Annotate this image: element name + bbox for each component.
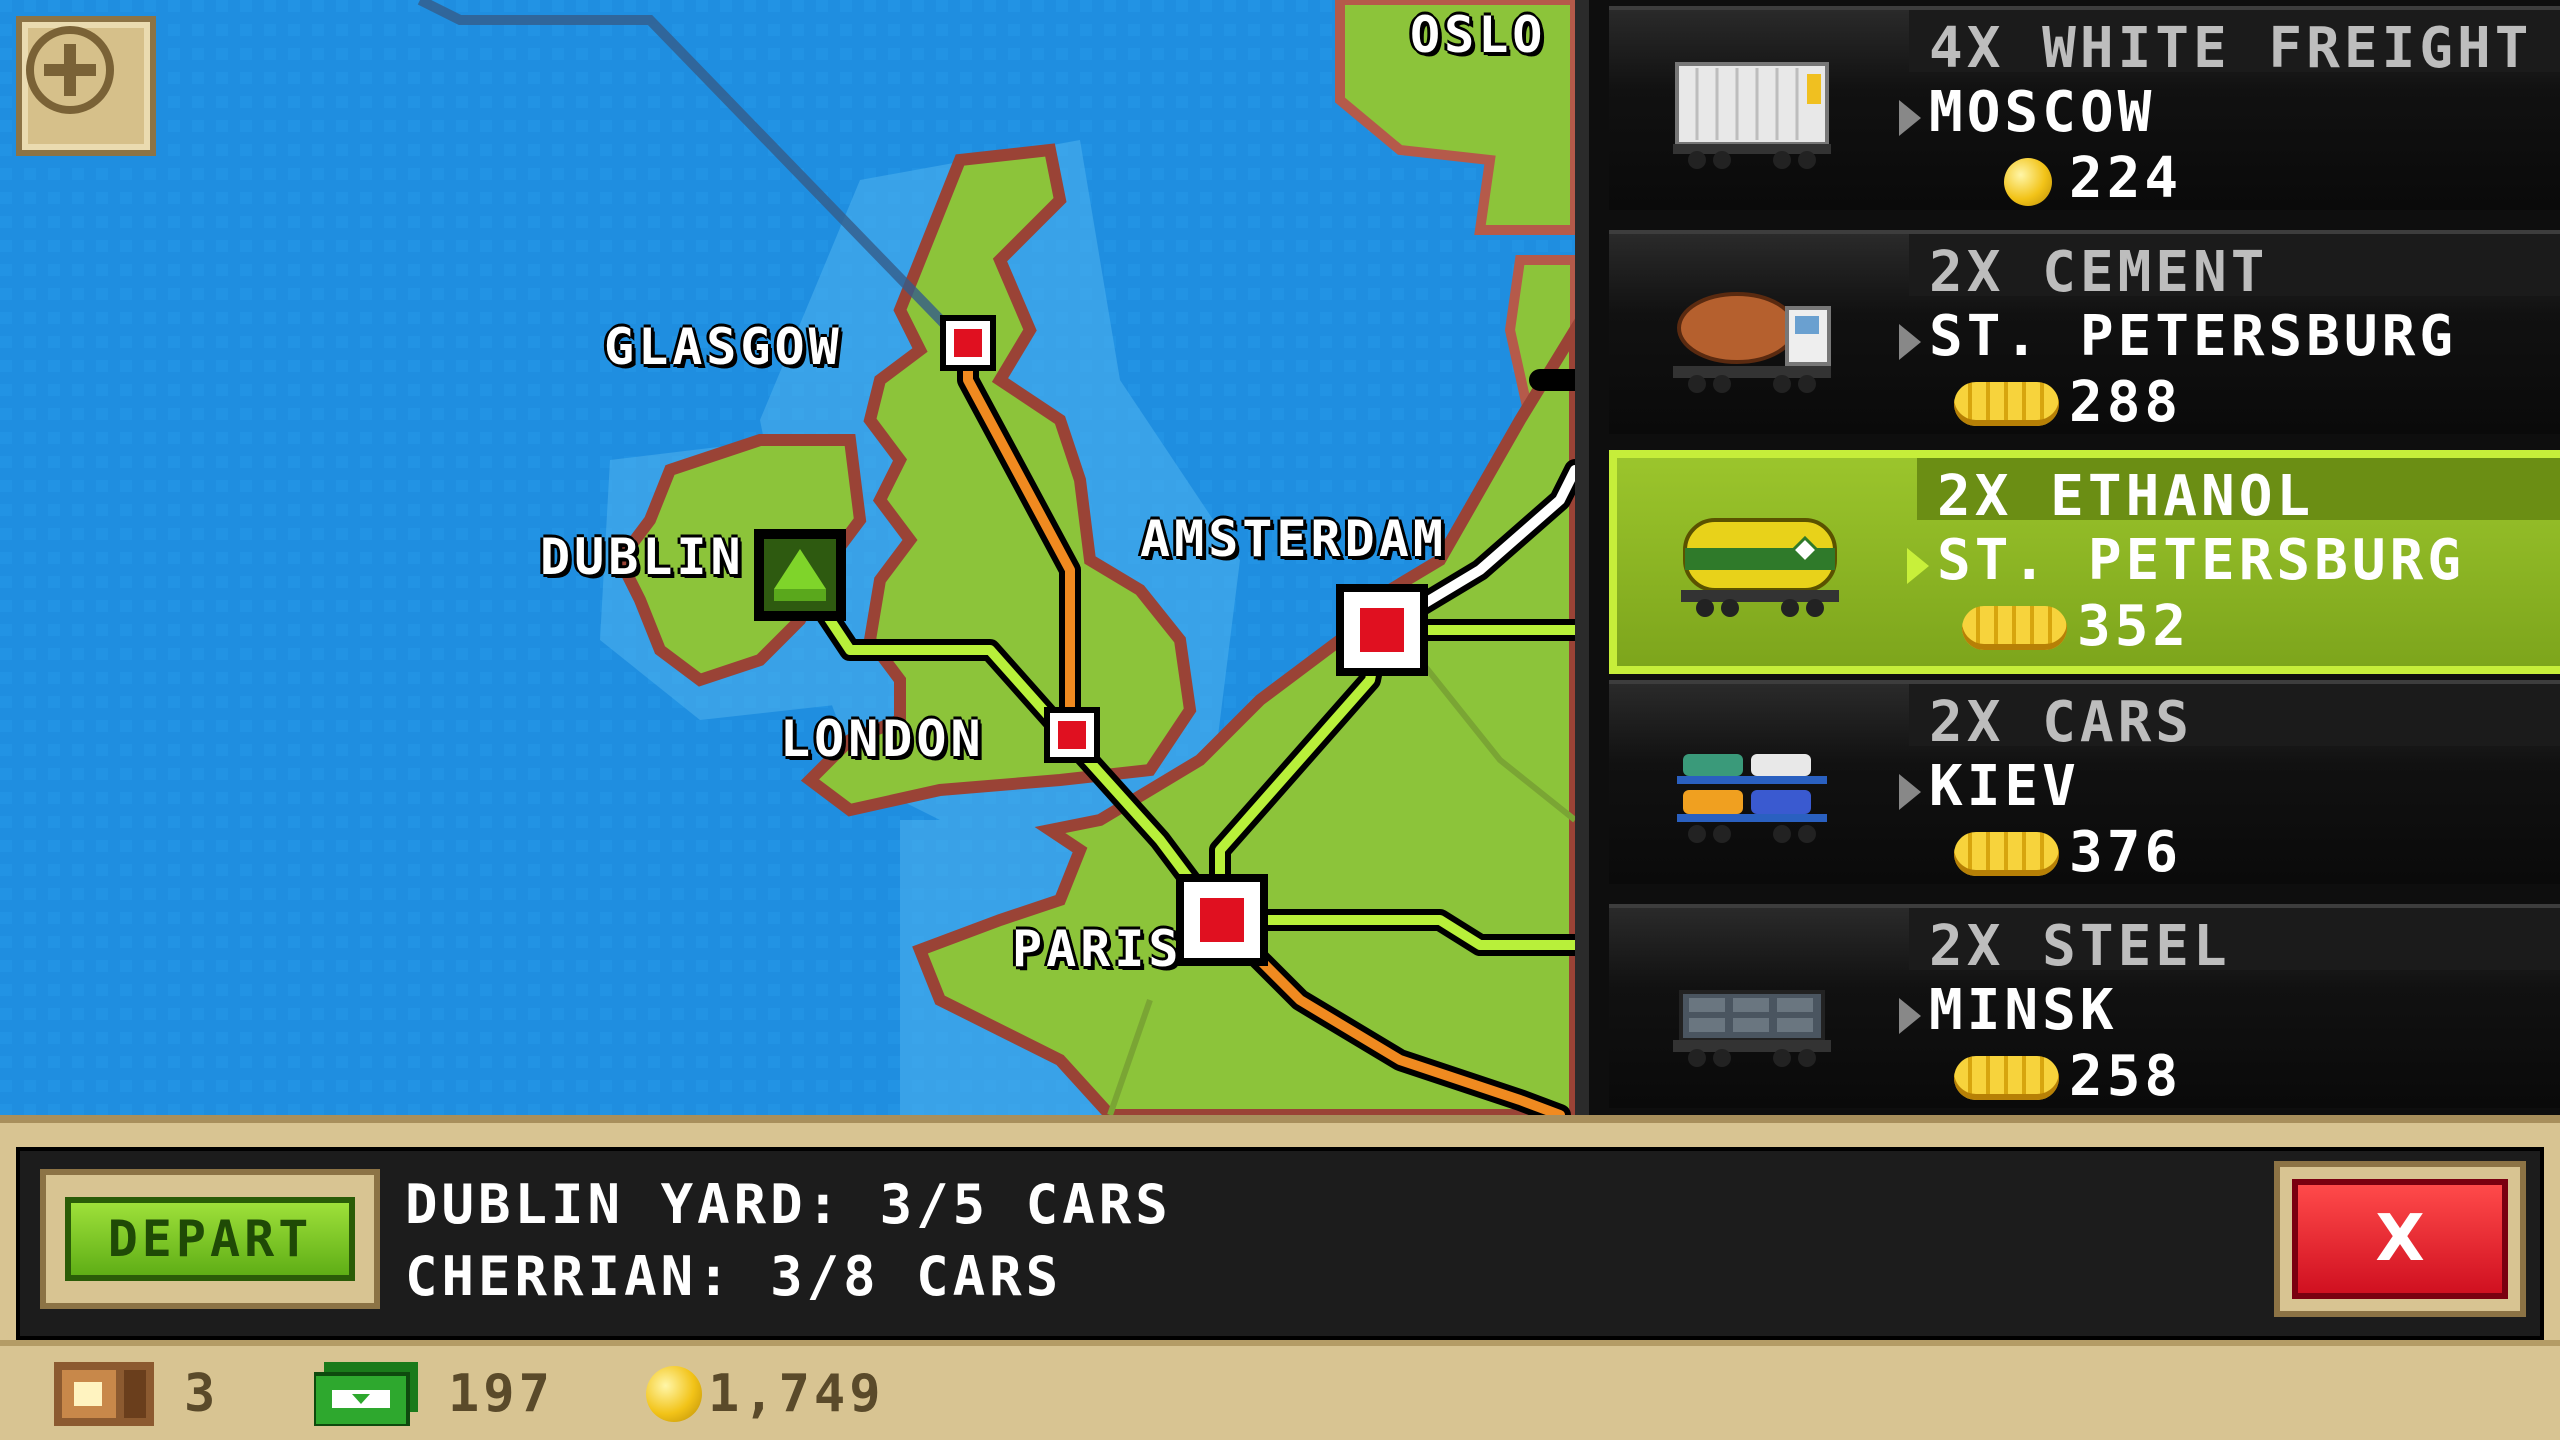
plus-icon xyxy=(26,26,114,114)
cargo-payout: 352 xyxy=(2077,594,2191,659)
cargo-quantity: 4X WHITE FREIGHT xyxy=(1929,16,2533,81)
cargo-quantity: 2X CARS xyxy=(1929,690,2194,755)
world-map[interactable]: OSLO GLASGOW DUBLIN AMSTERDAM LONDON PAR… xyxy=(0,0,1575,1115)
close-icon: X xyxy=(2292,1179,2508,1299)
cargo-quantity: 2X STEEL xyxy=(1929,914,2231,979)
cargo-payout: 224 xyxy=(2069,146,2183,211)
city-label-oslo: OSLO xyxy=(1410,6,1547,64)
arrow-icon xyxy=(1899,324,1921,360)
cargo-panel: 4X WHITE FREIGHT MOSCOW 224 2X CEMENT ST… xyxy=(1575,0,2560,1115)
close-button[interactable]: X xyxy=(2274,1161,2526,1317)
stations-stat: 3 xyxy=(54,1362,220,1426)
yard-capacity: DUBLIN YARD: 3/5 CARS xyxy=(405,1173,1172,1236)
city-label-dublin: DUBLIN xyxy=(540,528,745,586)
city-label-paris: PARIS xyxy=(1012,920,1183,978)
cargo-destination: MINSK xyxy=(1929,978,2118,1043)
stations-count: 3 xyxy=(184,1364,220,1424)
zoom-in-button[interactable] xyxy=(16,16,156,156)
car-carrier-wagon-icon xyxy=(1677,754,1827,843)
coins-amount: 1,749 xyxy=(708,1364,885,1424)
cargo-destination: MOSCOW xyxy=(1929,80,2156,145)
cargo-card-cars[interactable]: 2X CARS KIEV 376 xyxy=(1609,680,2560,885)
cement-mixer-wagon-icon xyxy=(1673,292,1831,393)
cargo-destination: KIEV xyxy=(1929,754,2080,819)
tank-wagon-icon xyxy=(1681,518,1839,617)
coin-icon xyxy=(2004,158,2052,206)
cargo-payout: 376 xyxy=(2069,820,2183,885)
gold-bars-icon xyxy=(1954,382,2059,426)
train-capacity: CHERRIAN: 3/8 CARS xyxy=(405,1245,1063,1308)
station-icon xyxy=(54,1362,154,1426)
cargo-quantity: 2X ETHANOL xyxy=(1937,464,2315,529)
cargo-card-steel[interactable]: 2X STEEL MINSK 258 xyxy=(1609,904,2560,1109)
train-info-panel: DEPART DUBLIN YARD: 3/5 CARS CHERRIAN: 3… xyxy=(16,1147,2544,1340)
cash-amount: 197 xyxy=(448,1364,554,1424)
train-info-bar: DEPART DUBLIN YARD: 3/5 CARS CHERRIAN: 3… xyxy=(0,1115,2560,1340)
coins-stat: 1,749 xyxy=(646,1364,885,1424)
steel-wagon-icon xyxy=(1673,990,1831,1067)
cargo-card-cement[interactable]: 2X CEMENT ST. PETERSBURG 288 xyxy=(1609,230,2560,435)
cargo-card-white-freight[interactable]: 4X WHITE FREIGHT MOSCOW 224 xyxy=(1609,6,2560,211)
cargo-payout: 288 xyxy=(2069,370,2183,435)
arrow-icon xyxy=(1899,774,1921,810)
cash-stat: 197 xyxy=(314,1362,554,1426)
cargo-card-ethanol[interactable]: 2X ETHANOL ST. PETERSBURG 352 xyxy=(1609,450,2560,674)
depart-button-label: DEPART xyxy=(65,1197,355,1281)
cargo-quantity: 2X CEMENT xyxy=(1929,240,2269,305)
coin-icon xyxy=(646,1366,702,1422)
city-label-london: LONDON xyxy=(780,710,985,768)
arrow-icon xyxy=(1899,100,1921,136)
gold-bars-icon xyxy=(1962,606,2067,650)
game-screen: OSLO GLASGOW DUBLIN AMSTERDAM LONDON PAR… xyxy=(0,0,2560,1440)
city-label-glasgow: GLASGOW xyxy=(604,318,843,376)
cargo-destination: ST. PETERSBURG xyxy=(1929,304,2458,369)
arrow-icon xyxy=(1899,998,1921,1034)
cash-icon xyxy=(314,1362,418,1426)
city-label-amsterdam: AMSTERDAM xyxy=(1140,510,1447,568)
arrow-icon xyxy=(1907,548,1929,584)
gold-bars-icon xyxy=(1954,832,2059,876)
depart-button[interactable]: DEPART xyxy=(40,1169,380,1309)
cargo-destination: ST. PETERSBURG xyxy=(1937,528,2466,593)
gold-bars-icon xyxy=(1954,1056,2059,1100)
cargo-payout: 258 xyxy=(2069,1044,2183,1109)
resource-bar: 3 197 1,749 xyxy=(0,1340,2560,1440)
container-wagon-icon xyxy=(1673,62,1831,169)
